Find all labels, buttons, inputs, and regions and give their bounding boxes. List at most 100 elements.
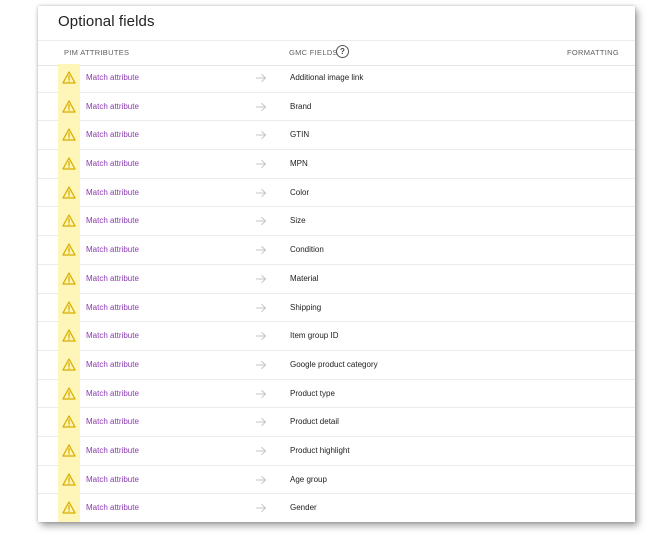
- warning-icon: [62, 415, 76, 428]
- match-attribute-link[interactable]: Match attribute: [86, 102, 139, 111]
- match-attribute-link[interactable]: Match attribute: [86, 417, 139, 426]
- table-row: Match attribute Additional image link: [38, 64, 635, 93]
- match-attribute-link[interactable]: Match attribute: [86, 159, 139, 168]
- warning-cell: [58, 494, 80, 522]
- header-gmc-fields: GMC FIELDS: [289, 48, 338, 57]
- warning-cell: [58, 322, 80, 351]
- warning-icon: [62, 186, 76, 199]
- warning-cell: [58, 264, 80, 294]
- warning-icon: [62, 300, 76, 314]
- gmc-field-name: MPN: [290, 159, 308, 169]
- arrow-right-icon: [256, 504, 267, 513]
- warning-cell: [58, 236, 80, 265]
- header-pim-attributes: PIM ATTRIBUTES: [64, 48, 130, 57]
- optional-fields-panel: Optional fields PIM ATTRIBUTES GMC FIELD…: [38, 6, 635, 522]
- warning-icon: [62, 386, 76, 400]
- arrow-right-icon: [256, 245, 267, 255]
- table-row: Match attribute MPN: [38, 150, 635, 179]
- arrow-right-icon: [256, 418, 267, 427]
- arrow-right-icon: [256, 102, 267, 111]
- table-row: Match attribute Product type: [38, 379, 635, 409]
- warning-cell: [58, 121, 80, 151]
- match-attribute-link[interactable]: Match attribute: [86, 188, 139, 197]
- gmc-field-name: Size: [290, 216, 306, 226]
- match-attribute-link[interactable]: Match attribute: [86, 360, 139, 369]
- warning-icon: [62, 358, 76, 371]
- gmc-field-name: Condition: [290, 245, 324, 255]
- gmc-field-name: Color: [290, 187, 310, 197]
- warning-icon: [62, 472, 76, 486]
- warning-icon: [62, 243, 76, 256]
- match-attribute-link[interactable]: Match attribute: [86, 446, 139, 455]
- gmc-field-name: Gender: [290, 503, 317, 513]
- warning-cell: [58, 178, 80, 208]
- warning-icon: [62, 100, 76, 113]
- mapping-table: Match attribute Additional image link Matc…: [38, 64, 635, 522]
- match-attribute-link[interactable]: Match attribute: [86, 475, 139, 484]
- gmc-field-name: Additional image link: [290, 73, 364, 82]
- match-attribute-link[interactable]: Match attribute: [86, 389, 139, 398]
- warning-cell: [58, 436, 80, 466]
- match-attribute-link[interactable]: Match attribute: [86, 73, 139, 82]
- warning-cell: [58, 379, 80, 409]
- gmc-field-name: GTIN: [290, 130, 310, 140]
- match-attribute-link[interactable]: Match attribute: [86, 274, 139, 283]
- arrow-right-icon: [256, 73, 267, 83]
- match-attribute-link[interactable]: Match attribute: [86, 503, 139, 512]
- match-attribute-link[interactable]: Match attribute: [86, 303, 139, 312]
- warning-icon: [62, 501, 76, 514]
- gmc-field-name: Google product category: [290, 359, 378, 369]
- table-row: Match attribute Product detail: [38, 408, 635, 437]
- arrow-right-icon: [256, 360, 267, 370]
- match-attribute-link[interactable]: Match attribute: [86, 216, 139, 225]
- match-attribute-link[interactable]: Match attribute: [86, 245, 139, 254]
- table-header: PIM ATTRIBUTES GMC FIELDS ? FORMATTING: [38, 40, 635, 66]
- panel-title: Optional fields: [58, 13, 155, 30]
- warning-cell: [58, 350, 80, 380]
- warning-cell: [58, 150, 80, 179]
- warning-cell: [58, 64, 80, 93]
- arrow-right-icon: [256, 217, 267, 226]
- warning-icon: [62, 214, 76, 228]
- gmc-field-name: Material: [290, 273, 319, 283]
- table-row: Match attribute GTIN: [38, 121, 635, 151]
- arrow-right-icon: [256, 159, 267, 169]
- table-row: Match attribute Shipping: [38, 293, 635, 323]
- arrow-right-icon: [256, 332, 267, 341]
- help-icon[interactable]: ?: [336, 45, 349, 58]
- warning-icon: [62, 444, 76, 457]
- match-attribute-link[interactable]: Match attribute: [86, 130, 139, 139]
- match-attribute-link[interactable]: Match attribute: [86, 331, 139, 340]
- table-row: Match attribute Age group: [38, 465, 635, 495]
- arrow-right-icon: [256, 188, 267, 197]
- table-row: Match attribute Gender: [38, 494, 635, 522]
- header-formatting: FORMATTING: [566, 48, 619, 57]
- gmc-field-name: Product type: [290, 388, 335, 398]
- table-row: Match attribute Google product category: [38, 350, 635, 380]
- arrow-right-icon: [256, 274, 267, 283]
- arrow-right-icon: [256, 303, 267, 312]
- arrow-right-icon: [256, 475, 267, 484]
- table-row: Match attribute Product highlight: [38, 436, 635, 466]
- arrow-right-icon: [256, 446, 267, 456]
- warning-icon: [62, 329, 76, 342]
- table-row: Match attribute Brand: [38, 92, 635, 122]
- gmc-field-name: Shipping: [290, 302, 322, 312]
- table-row: Match attribute Item group ID: [38, 322, 635, 351]
- gmc-field-name: Item group ID: [290, 331, 339, 341]
- warning-cell: [58, 408, 80, 437]
- table-row: Match attribute Material: [38, 264, 635, 294]
- arrow-right-icon: [256, 389, 267, 398]
- warning-icon: [62, 71, 76, 84]
- table-row: Match attribute Color: [38, 178, 635, 208]
- warning-cell: [58, 465, 80, 495]
- gmc-field-name: Age group: [290, 474, 327, 484]
- gmc-field-name: Product highlight: [290, 445, 350, 455]
- gmc-field-name: Brand: [290, 101, 312, 111]
- warning-icon: [62, 128, 76, 142]
- warning-icon: [62, 157, 76, 170]
- warning-icon: [62, 272, 76, 285]
- table-row: Match attribute Condition: [38, 236, 635, 265]
- table-row: Match attribute Size: [38, 207, 635, 237]
- warning-cell: [58, 207, 80, 237]
